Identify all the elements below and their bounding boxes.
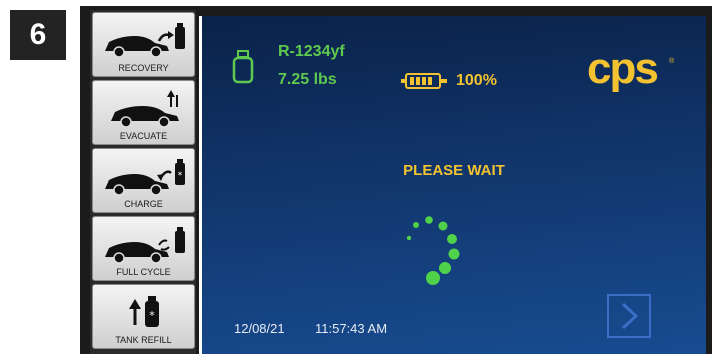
device-frame: RECOVERY EVACUATE * CHARGE FULL CYCLE * … — [80, 6, 712, 354]
tank-refill-icon: * — [101, 291, 187, 333]
next-button[interactable] — [607, 294, 651, 338]
full-cycle-label: FULL CYCLE — [116, 267, 171, 277]
refrigerant-weight: 7.25 lbs — [278, 71, 337, 88]
battery-percentage: 100% — [456, 72, 497, 89]
full-cycle-button[interactable]: FULL CYCLE — [92, 216, 195, 281]
loading-spinner-icon — [406, 208, 487, 288]
svg-text:*: * — [178, 171, 183, 181]
car-recovery-icon — [101, 19, 187, 61]
refrigerant-type: R-1234yf — [278, 43, 345, 60]
main-screen: R-1234yf 7.25 lbs 100% cps ® PLEASE WAIT — [202, 16, 706, 354]
chevron-right-icon — [621, 302, 639, 330]
svg-text:*: * — [149, 309, 155, 322]
battery-icon — [400, 73, 448, 94]
date-display: 12/08/21 — [234, 321, 285, 336]
cps-logo: cps — [587, 44, 659, 93]
recovery-label: RECOVERY — [118, 63, 169, 73]
recovery-button[interactable]: RECOVERY — [92, 12, 195, 77]
evacuate-button[interactable]: EVACUATE — [92, 80, 195, 145]
tank-refill-label: TANK REFILL — [115, 335, 172, 345]
car-full-cycle-icon — [101, 223, 187, 265]
charge-button[interactable]: * CHARGE — [92, 148, 195, 213]
please-wait-message: PLEASE WAIT — [403, 162, 505, 179]
car-evacuate-icon — [101, 87, 187, 129]
tank-refill-button[interactable]: * TANK REFILL — [92, 284, 195, 349]
refrigerant-tank-icon — [232, 50, 254, 89]
evacuate-label: EVACUATE — [119, 131, 168, 141]
car-charge-icon: * — [101, 155, 187, 197]
sidebar: RECOVERY EVACUATE * CHARGE FULL CYCLE * … — [90, 10, 196, 354]
step-number-badge: 6 — [10, 10, 66, 60]
charge-label: CHARGE — [124, 199, 163, 209]
registered-mark: ® — [669, 58, 675, 65]
time-display: 11:57:43 AM — [315, 321, 388, 336]
